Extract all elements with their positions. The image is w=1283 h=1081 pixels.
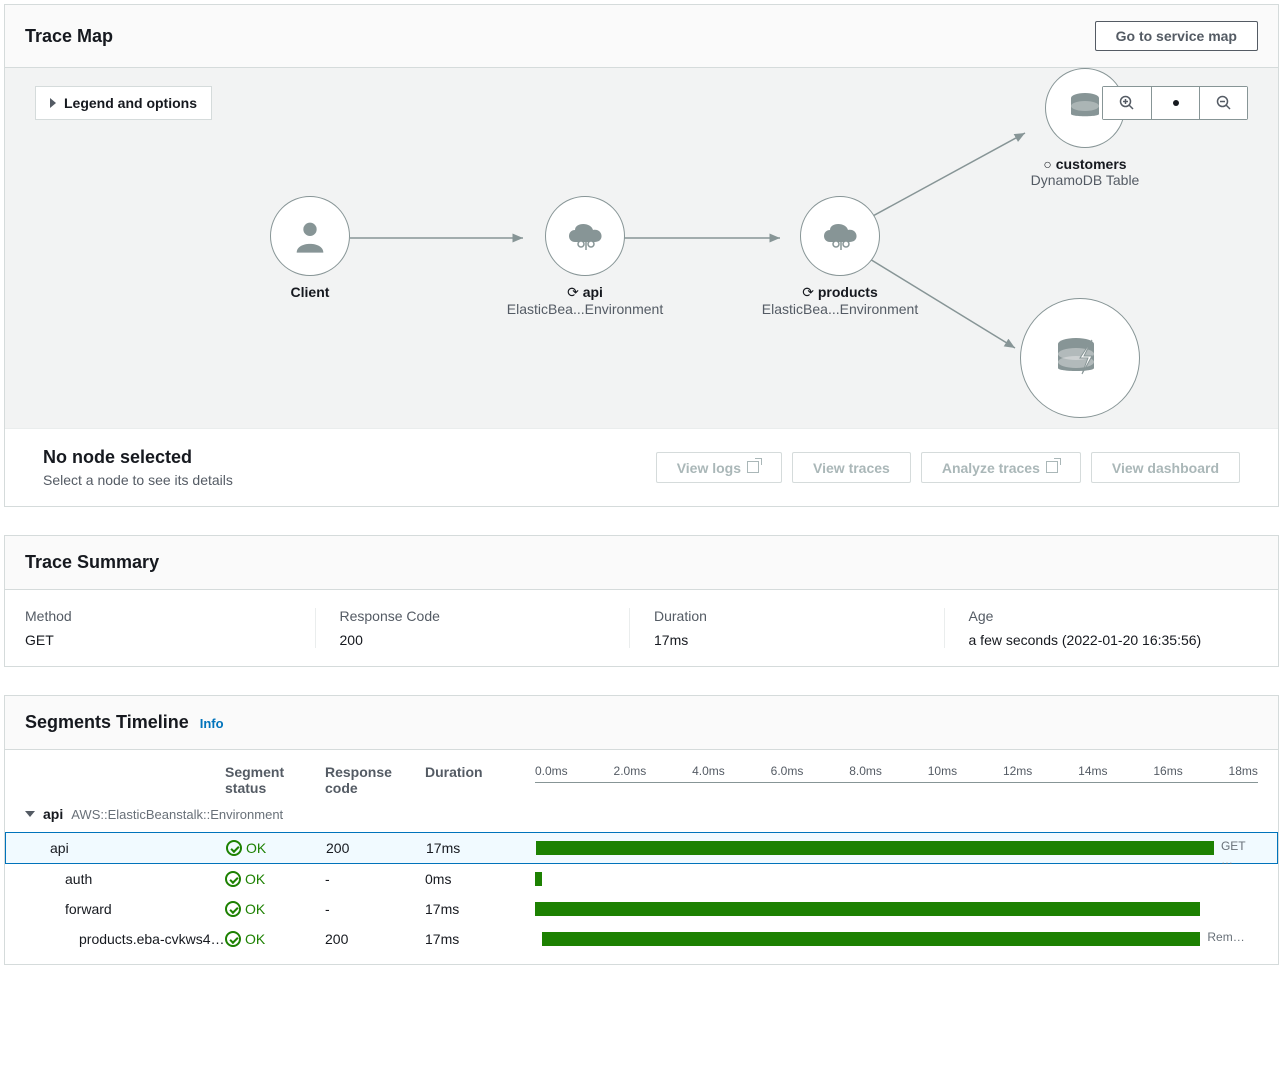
trace-map-panel: Trace Map Go to service map Legend and o… [4,4,1279,507]
zoom-reset-button[interactable] [1151,87,1199,119]
zoom-out-icon [1216,95,1232,111]
cloud-service-icon [818,218,862,254]
segment-response: - [325,871,425,887]
segment-name: api [26,840,226,856]
summary-age: Age a few seconds (2022-01-20 16:35:56) [944,608,1259,648]
database-flash-icon [1050,328,1110,388]
segment-response: 200 [325,931,425,947]
segment-duration: 17ms [426,840,536,856]
segment-status: OK [225,901,325,917]
segment-response: 200 [326,840,426,856]
summary-response: Response Code 200 [315,608,630,648]
legend-options-button[interactable]: Legend and options [35,86,212,120]
segment-row[interactable]: forwardOK-17ms [5,894,1278,924]
timeline-ticks: 0.0ms2.0ms4.0ms6.0ms8.0ms10ms12ms14ms16m… [535,764,1258,783]
view-traces-button[interactable]: View traces [792,452,911,483]
trace-summary-header: Trace Summary [5,536,1278,590]
trace-summary-panel: Trace Summary Method GET Response Code 2… [4,535,1279,667]
segment-bar: Rem… [535,930,1258,948]
details-subtitle: Select a node to see its details [43,472,233,488]
timeline-columns: Segment status Response code Duration 0.… [5,750,1278,796]
segment-row[interactable]: authOK-0ms [5,864,1278,894]
ok-icon [226,840,242,856]
goto-service-map-button[interactable]: Go to service map [1095,21,1258,51]
segment-name: products.eba-cvkws4f… [25,931,225,947]
segment-name: auth [25,871,225,887]
segment-status: OK [225,871,325,887]
trace-map-header: Trace Map Go to service map [5,5,1278,68]
zoom-in-button[interactable] [1103,87,1151,119]
dot-icon [1171,98,1181,108]
segment-status: OK [225,931,325,947]
segments-timeline-panel: Segments Timeline Info Segment status Re… [4,695,1279,965]
ok-icon [225,901,241,917]
segment-bar [535,870,1258,888]
segment-duration: 17ms [425,931,535,947]
trace-summary-title: Trace Summary [25,552,159,573]
summary-grid: Method GET Response Code 200 Duration 17… [5,590,1278,666]
user-icon [290,216,330,256]
ok-icon [225,871,241,887]
segment-duration: 0ms [425,871,535,887]
summary-method: Method GET [25,608,315,648]
node-client[interactable]: Client [270,196,350,300]
segments-timeline-title: Segments Timeline Info [25,712,224,733]
info-link[interactable]: Info [200,716,224,731]
node-details-bar: No node selected Select a node to see it… [5,428,1278,506]
caret-right-icon [50,98,56,108]
trace-map-canvas[interactable]: Legend and options Client [5,68,1278,428]
segment-status: OK [226,840,326,856]
segment-name: forward [25,901,225,917]
zoom-in-icon [1119,95,1135,111]
ok-icon [225,931,241,947]
node-database[interactable] [1020,298,1140,426]
analyze-traces-button[interactable]: Analyze traces [921,452,1081,483]
trace-map-title: Trace Map [25,26,113,47]
external-link-icon [1046,459,1060,473]
node-api[interactable]: ⟳ api ElasticBea...Environment [485,196,685,317]
segment-row[interactable]: products.eba-cvkws4f…OK20017msRem… [5,924,1278,954]
external-link-icon [747,459,761,473]
details-title: No node selected [43,447,233,468]
segment-response: - [325,901,425,917]
segment-rows: apiOK20017msGET …authOK-0msforwardOK-17m… [5,832,1278,954]
node-products[interactable]: ⟳ products ElasticBea...Environment [740,196,940,317]
segment-row[interactable]: apiOK20017msGET … [5,832,1278,864]
zoom-controls [1102,86,1248,120]
cloud-service-icon [563,218,607,254]
segments-timeline-header: Segments Timeline Info [5,696,1278,750]
caret-down-icon [25,811,35,817]
zoom-out-button[interactable] [1199,87,1247,119]
segment-group-toggle[interactable]: api AWS::ElasticBeanstalk::Environment [5,796,1278,832]
view-logs-button[interactable]: View logs [656,452,782,483]
segment-bar: GET … [536,839,1257,857]
summary-duration: Duration 17ms [629,608,944,648]
view-dashboard-button[interactable]: View dashboard [1091,452,1240,483]
database-icon [1065,88,1105,128]
segment-duration: 17ms [425,901,535,917]
segment-bar [535,900,1258,918]
